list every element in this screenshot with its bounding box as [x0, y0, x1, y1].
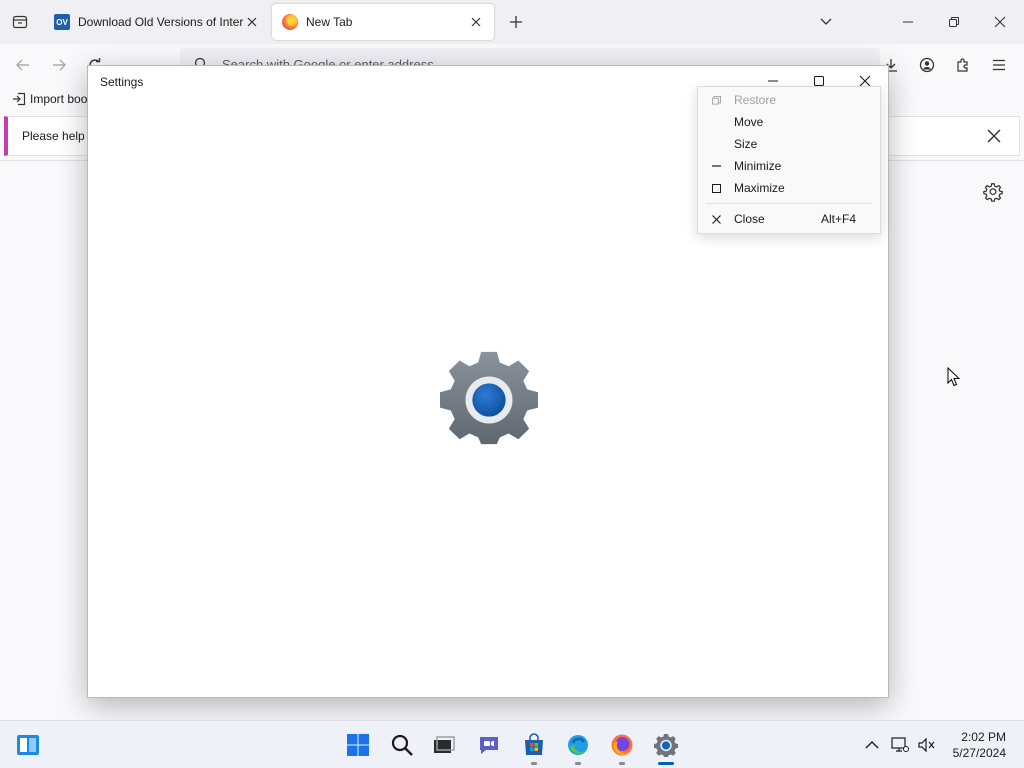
tab-title: New Tab — [306, 15, 353, 29]
firefox-favicon-icon — [282, 14, 298, 30]
minimize-icon[interactable] — [886, 4, 930, 40]
volume-muted-icon[interactable] — [916, 735, 936, 755]
customize-gear-icon[interactable] — [983, 183, 1003, 203]
menu-item-move[interactable]: Move — [698, 111, 880, 133]
back-arrow-icon[interactable] — [8, 50, 38, 80]
tab-list-icon[interactable] — [4, 6, 36, 38]
menu-item-label: Close — [734, 212, 765, 226]
maximize-icon — [698, 183, 734, 193]
tab-oldversion[interactable]: OV Download Old Versions of Inter — [44, 4, 270, 40]
active-indicator — [658, 762, 674, 765]
network-icon[interactable] — [890, 735, 910, 755]
store-icon[interactable] — [518, 729, 550, 765]
restore-icon[interactable] — [932, 4, 976, 40]
list-all-tabs-icon[interactable] — [804, 4, 848, 40]
close-icon[interactable] — [987, 129, 1003, 145]
running-indicator — [619, 762, 625, 765]
chat-icon[interactable] — [473, 729, 505, 761]
tab-new-tab[interactable]: New Tab — [272, 4, 494, 40]
tab-strip: OV Download Old Versions of Inter New Ta… — [0, 0, 1024, 44]
start-windows-icon[interactable] — [342, 729, 374, 761]
menu-item-label: Move — [734, 115, 764, 129]
menu-item-minimize[interactable]: Minimize — [698, 155, 880, 177]
extensions-icon[interactable] — [948, 50, 978, 80]
menu-item-label: Maximize — [734, 181, 785, 195]
account-icon[interactable] — [912, 50, 942, 80]
system-menu: Restore Move Size Minimize Maximize Clos… — [697, 86, 881, 234]
mouse-cursor-icon — [947, 366, 961, 387]
edge-browser-icon[interactable] — [562, 729, 594, 765]
system-clock[interactable]: 2:02 PM 5/27/2024 — [953, 729, 1006, 761]
menu-item-shortcut: Alt+F4 — [820, 212, 856, 226]
window-title: Settings — [100, 75, 144, 89]
chevron-up-icon[interactable] — [862, 735, 882, 755]
close-icon — [698, 214, 734, 224]
import-icon — [13, 92, 26, 106]
menu-hamburger-icon[interactable] — [984, 50, 1014, 80]
widgets-icon[interactable] — [12, 729, 44, 761]
restore-icon — [698, 95, 734, 105]
menu-item-label: Minimize — [734, 159, 782, 173]
close-icon[interactable] — [244, 14, 260, 30]
firefox-icon[interactable] — [606, 729, 638, 765]
menu-item-label: Size — [734, 137, 758, 151]
clock-time: 2:02 PM — [961, 730, 1006, 744]
close-window-icon[interactable] — [978, 4, 1022, 40]
menu-item-restore[interactable]: Restore — [698, 89, 880, 111]
settings-gear-icon — [438, 350, 540, 448]
minimize-icon — [698, 165, 734, 167]
menu-item-close[interactable]: Close Alt+F4 — [698, 208, 880, 230]
settings-gear-icon[interactable] — [650, 729, 682, 765]
clock-date: 5/27/2024 — [952, 746, 1006, 760]
task-view-icon[interactable] — [428, 729, 460, 761]
new-tab-button[interactable] — [502, 8, 530, 36]
taskbar: 2:02 PM 5/27/2024 — [0, 720, 1024, 768]
tab-title: Download Old Versions of Inter — [78, 15, 244, 29]
oldversion-favicon-icon: OV — [54, 14, 70, 30]
import-bookmarks-link[interactable]: Import boo — [30, 92, 87, 106]
menu-item-label: Restore — [734, 93, 777, 107]
menu-item-maximize[interactable]: Maximize — [698, 177, 880, 199]
running-indicator — [531, 762, 537, 765]
close-icon[interactable] — [468, 14, 484, 30]
menu-item-size[interactable]: Size — [698, 133, 880, 155]
search-icon[interactable] — [386, 729, 418, 761]
forward-arrow-icon[interactable] — [44, 50, 74, 80]
notification-text: Please help r — [22, 129, 93, 143]
menu-separator — [706, 203, 872, 204]
running-indicator — [575, 762, 581, 765]
